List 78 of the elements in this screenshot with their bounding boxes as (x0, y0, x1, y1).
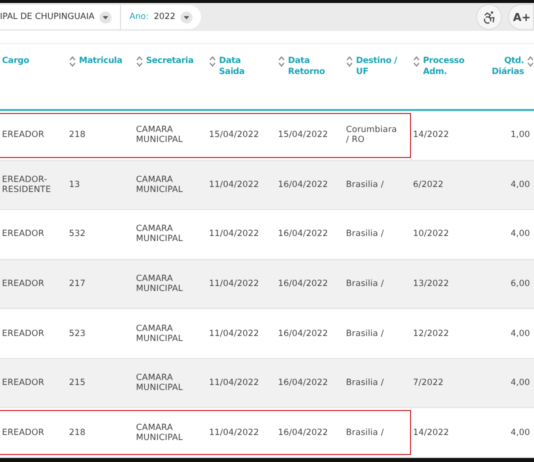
table-cell-text: 16/04/2022 (277, 428, 329, 438)
accessibility-button[interactable] (476, 4, 502, 30)
column-header[interactable]: Matricula (79, 56, 122, 109)
sort-icon[interactable] (413, 56, 420, 67)
table-cell-text: EREADOR (1, 279, 46, 290)
sort-icon[interactable] (136, 56, 143, 67)
table-cell-text: 4,00 (510, 328, 531, 339)
table-cell-text: 15/04/2022 (208, 130, 260, 140)
table-cell-text: Brasilia / (345, 180, 385, 190)
table-cell-text: 4,00 (510, 428, 531, 438)
table-cell-text: 14/2022 (412, 428, 450, 438)
column-header[interactable]: Data Saida (219, 56, 263, 109)
table-cell-text: 4,00 (510, 180, 531, 190)
table-cell-text: 16/04/2022 (277, 279, 329, 290)
column-header[interactable]: Data Retorno (288, 56, 332, 109)
table-cell-text: 13 (68, 180, 82, 190)
column-header[interactable]: Qtd. Diárias (480, 56, 524, 109)
sort-icon[interactable] (69, 56, 76, 67)
table-cell-text: 4,00 (510, 378, 531, 388)
column-header[interactable]: Processo Adm. (423, 56, 467, 109)
table-cell-text: Corumbiara / RO (345, 125, 398, 146)
table-cell-text: EREADOR (1, 130, 46, 140)
accessibility-icon (482, 10, 496, 24)
sort-icon[interactable] (346, 56, 353, 67)
table-cell-text: 7/2022 (412, 378, 445, 388)
font-size-button[interactable]: A+ (508, 4, 534, 30)
table-cell-text: 15/04/2022 (277, 130, 329, 140)
table-cell-text: 11/04/2022 (208, 428, 260, 438)
table-cell-text: EREADOR (1, 428, 46, 438)
table-cell-text: CAMARA MUNICIPAL (135, 224, 184, 244)
table-cell-text: CAMARA MUNICIPAL (135, 422, 184, 443)
table-cell-text: 16/04/2022 (277, 378, 329, 388)
table-cell-text: 6,00 (510, 279, 531, 290)
table-cell-text: Brasilia / (345, 378, 385, 388)
dropdown-icon (180, 10, 194, 24)
table-cell-text: 16/04/2022 (277, 180, 329, 190)
table-cell-text: 1,00 (510, 130, 531, 140)
table-cell-text: Brasilia / (345, 229, 385, 240)
table-cell-text: 11/04/2022 (208, 328, 260, 339)
year-filter-value[interactable]: 2022 (154, 12, 176, 22)
year-filter-label: Ano: (129, 12, 149, 22)
table-cell-text: 13/2022 (412, 279, 450, 290)
sort-icon[interactable] (527, 56, 534, 67)
table-cell-text: CAMARA MUNICIPAL (135, 274, 184, 294)
table-cell-text: EREADOR-RESIDENTE (1, 174, 52, 195)
table-cell-text: EREADOR (1, 229, 46, 240)
table-cell-text: 16/04/2022 (277, 229, 329, 240)
table-cell-text: CAMARA MUNICIPAL (135, 373, 184, 394)
table-cell-text: 12/2022 (412, 328, 450, 339)
table-cell-text: 215 (68, 378, 87, 388)
dropdown-icon (99, 10, 112, 24)
sort-icon[interactable] (209, 56, 216, 67)
table-cell-text: 218 (68, 130, 87, 140)
column-header[interactable]: Destino / UF (356, 56, 400, 109)
column-header[interactable]: Cargo (2, 56, 30, 109)
table-cell-text: Brasilia / (345, 279, 385, 290)
table-cell-text: EREADOR (1, 328, 46, 339)
table-cell-text: 4,00 (510, 229, 531, 240)
table-cell-text: CAMARA MUNICIPAL (135, 125, 184, 146)
sort-icon[interactable] (278, 56, 285, 67)
table-cell-text: 11/04/2022 (208, 279, 260, 290)
table-cell-text: 6/2022 (412, 180, 445, 190)
table-cell-text: 532 (68, 229, 87, 240)
table-cell-text: 217 (68, 279, 87, 290)
table-cell-text: 10/2022 (412, 229, 450, 240)
table-cell-text: 523 (68, 328, 87, 339)
table-cell-text: 14/2022 (412, 130, 450, 140)
table-cell-text: EREADOR (1, 378, 46, 388)
entity-filter-value[interactable]: IPAL DE CHUPINGUAIA (0, 12, 94, 22)
table-cell-text: 218 (68, 428, 87, 438)
table-cell-text: Brasilia / (345, 328, 385, 339)
table-cell-text: Brasilia / (345, 428, 385, 438)
table-cell-text: CAMARA MUNICIPAL (135, 174, 184, 195)
table-cell-text: CAMARA MUNICIPAL (135, 324, 184, 344)
table-cell-text: 11/04/2022 (208, 378, 260, 388)
table-cell-text: 16/04/2022 (277, 328, 329, 339)
table-cell-text: 11/04/2022 (208, 180, 260, 190)
table-cell-text: 11/04/2022 (208, 229, 260, 240)
